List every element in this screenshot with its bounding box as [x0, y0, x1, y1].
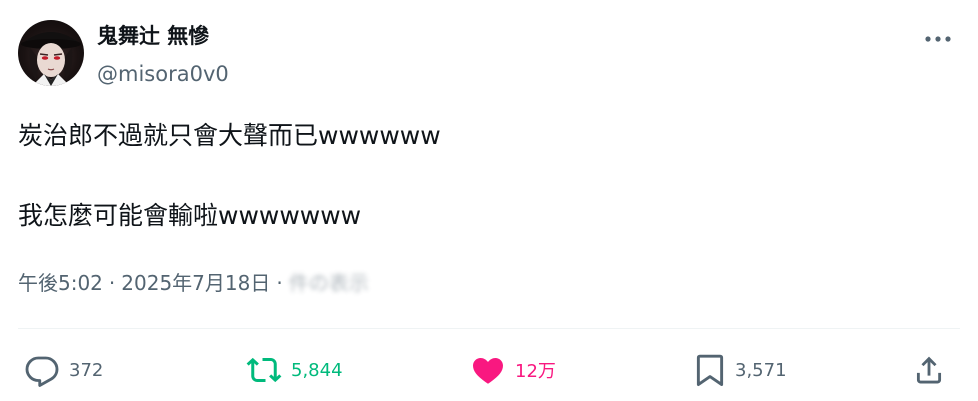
author-display-name[interactable]: 鬼舞辻 無慘	[97, 22, 209, 50]
like-button[interactable]: 12万	[470, 346, 556, 394]
retweet-count: 5,844	[291, 359, 343, 381]
view-count[interactable]: 件の表示	[289, 271, 369, 295]
bookmark-button[interactable]: 3,571	[694, 346, 787, 394]
tweet-time[interactable]: 午後5:02	[18, 271, 103, 295]
more-horizontal-icon	[925, 36, 951, 42]
more-options-button[interactable]	[920, 27, 956, 51]
reply-count: 372	[69, 359, 104, 381]
meta-separator: ·	[108, 271, 116, 295]
heart-filled-icon	[473, 358, 503, 384]
reply-button[interactable]: 372	[24, 346, 103, 394]
tweet-text-line: 炭治郎不過就只會大聲而已wwwwww	[18, 121, 441, 150]
bookmark-count: 3,571	[735, 359, 787, 381]
like-count: 12万	[515, 361, 556, 382]
share-button[interactable]	[912, 346, 946, 394]
avatar[interactable]	[18, 20, 84, 86]
reply-icon	[25, 356, 59, 387]
retweet-button[interactable]: 5,844	[246, 346, 343, 394]
meta-separator: ·	[276, 271, 283, 295]
divider	[18, 328, 960, 329]
action-bar: 372 5,844 12万 3,571	[0, 346, 978, 394]
share-icon	[916, 356, 942, 384]
tweet-metadata: 午後5:02 · 2025年7月18日 · 件の表示	[18, 268, 369, 298]
tweet-card: 鬼舞辻 無慘 @misora0v0 炭治郎不過就只會大聲而已wwwwww 我怎麼…	[0, 0, 978, 401]
retweet-icon	[246, 357, 282, 383]
tweet-text-line: 我怎麼可能會輸啦wwwwwww	[18, 201, 362, 230]
tweet-date[interactable]: 2025年7月18日	[121, 271, 270, 295]
tweet-text: 炭治郎不過就只會大聲而已wwwwww 我怎麼可能會輸啦wwwwwww	[18, 117, 958, 235]
bookmark-icon	[696, 354, 724, 386]
avatar-image	[21, 32, 81, 86]
author-handle[interactable]: @misora0v0	[97, 60, 229, 88]
